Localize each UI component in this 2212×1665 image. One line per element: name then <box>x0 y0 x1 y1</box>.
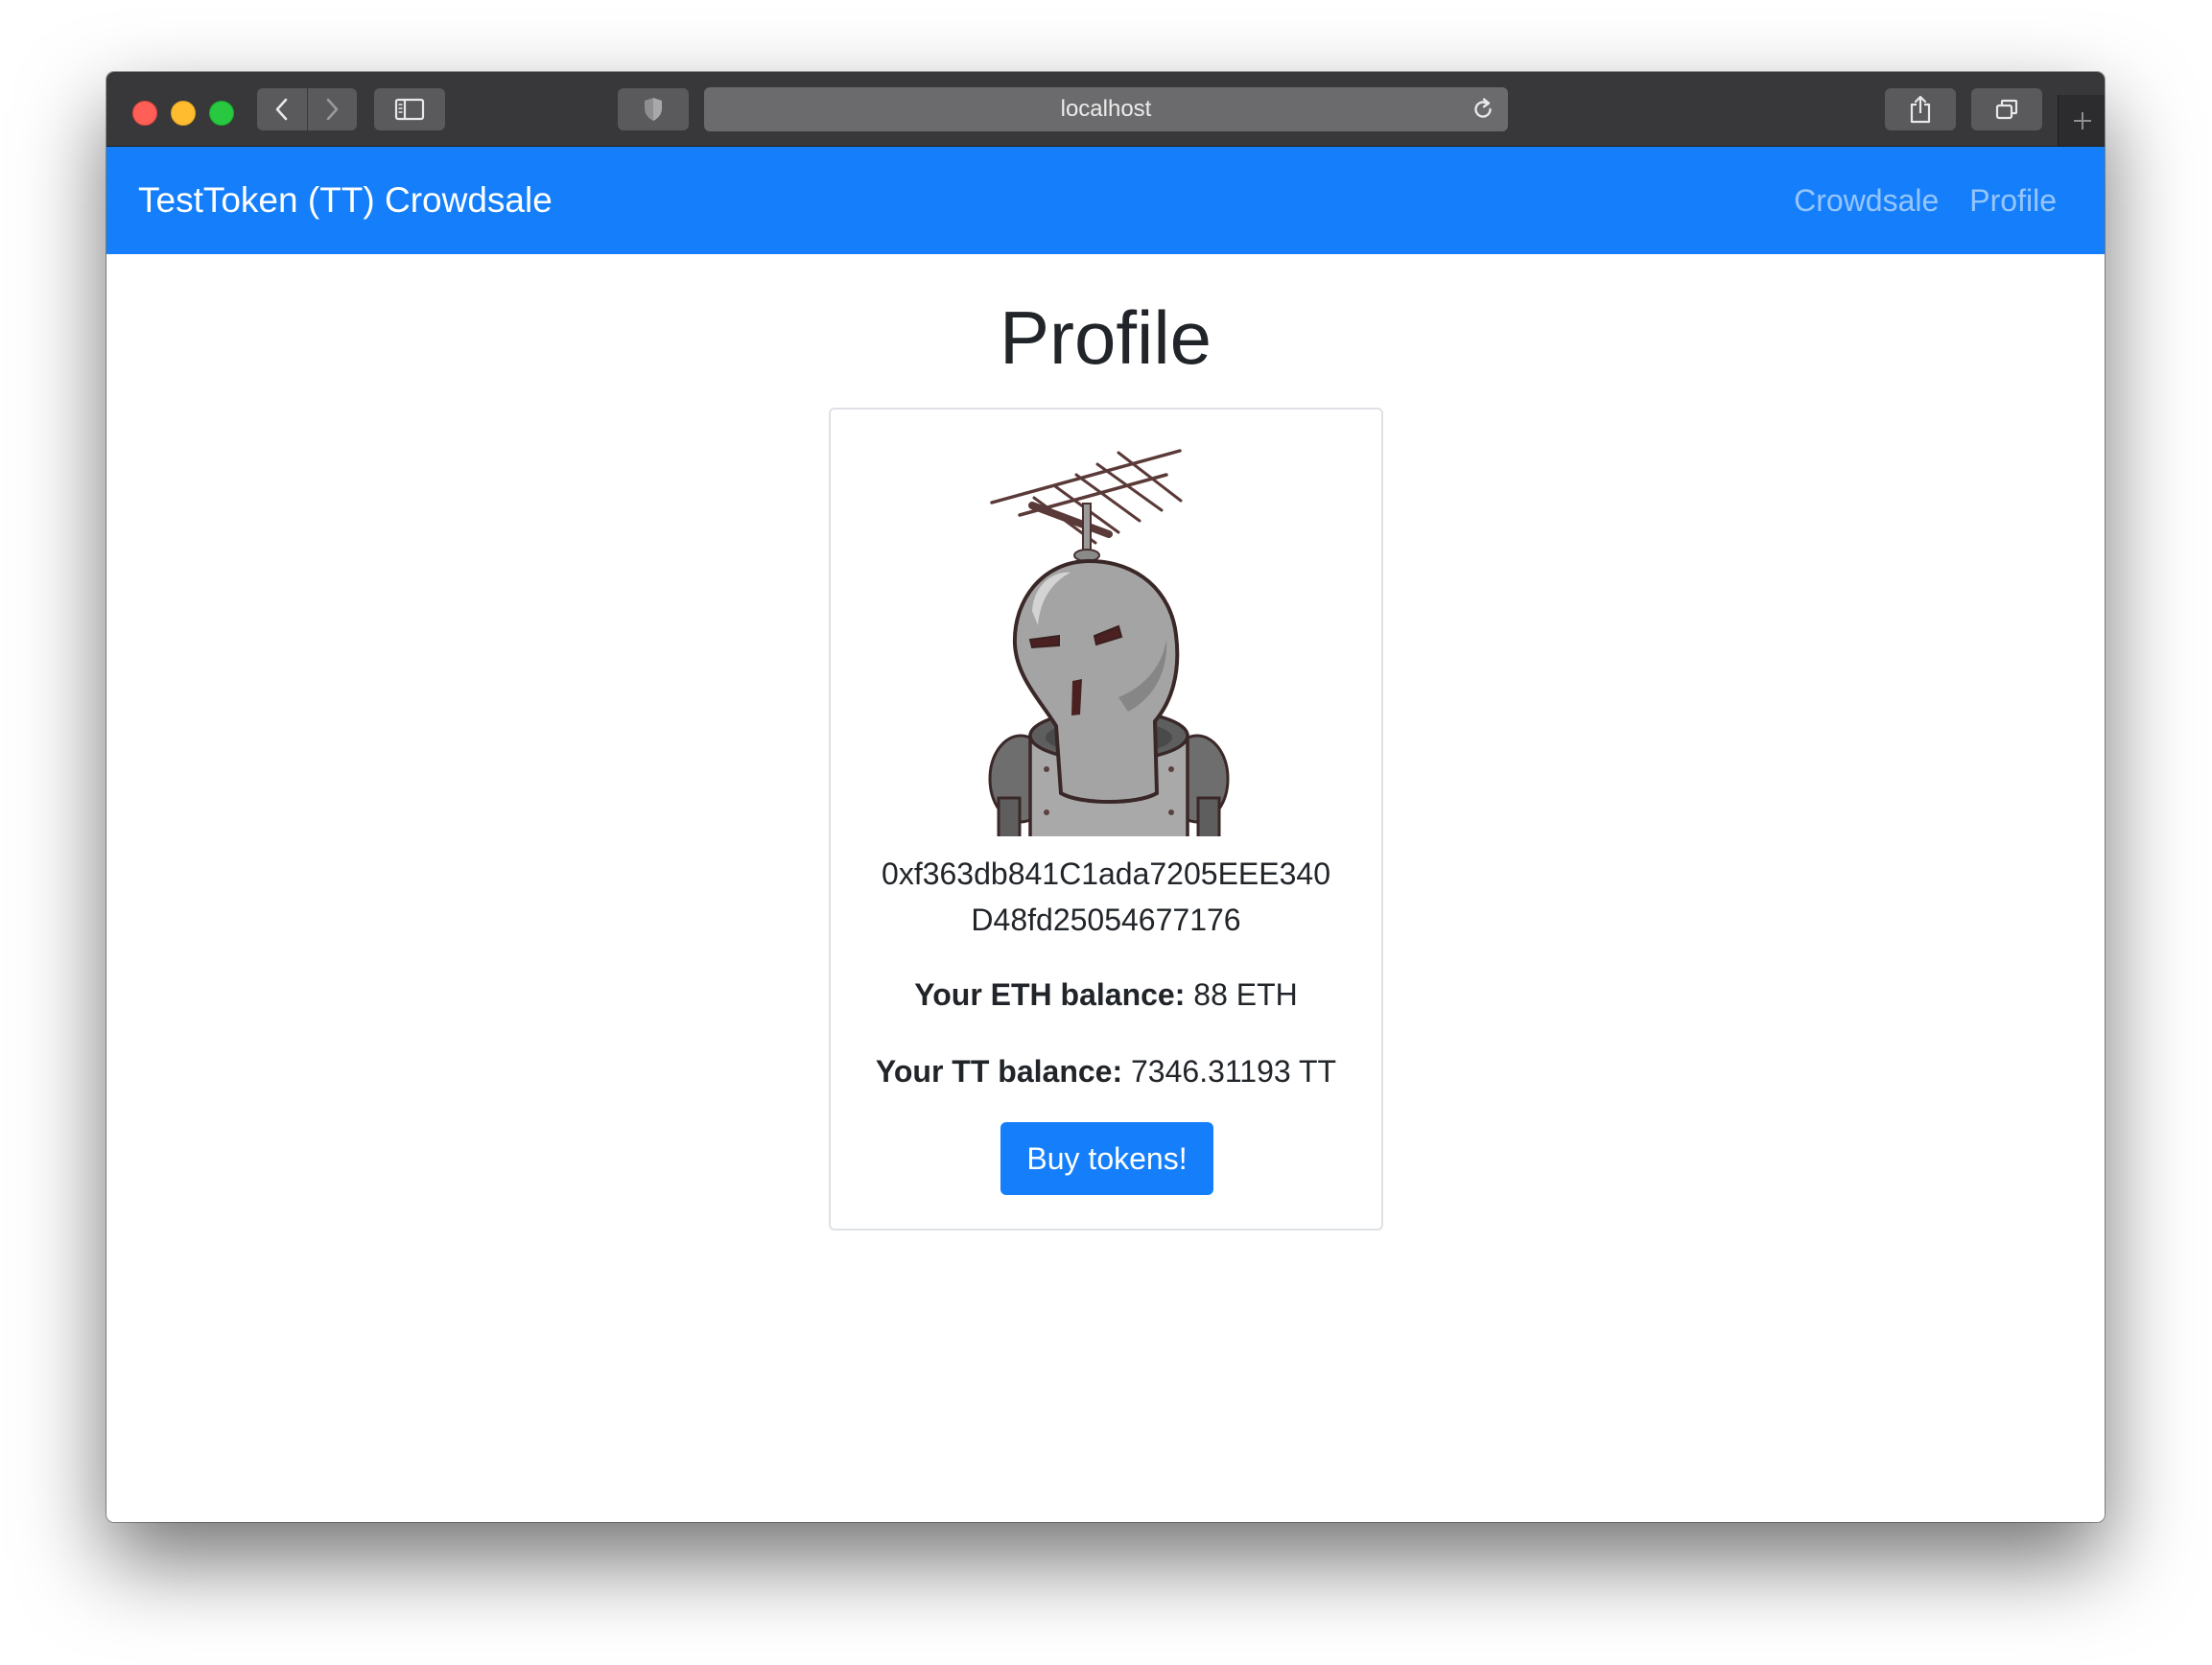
history-nav-group <box>257 88 357 130</box>
address-bar[interactable]: localhost <box>704 87 1508 131</box>
privacy-report-button[interactable] <box>618 88 689 130</box>
navbar-brand[interactable]: TestToken (TT) Crowdsale <box>138 147 553 254</box>
sidebar-icon <box>394 98 425 121</box>
tabs-icon <box>1995 99 2018 120</box>
robot-avatar <box>988 449 1230 836</box>
browser-window: localhost TestToken (TT) Crowdsale Crowd… <box>106 72 2105 1522</box>
nav-link-crowdsale[interactable]: Crowdsale <box>1794 183 1939 219</box>
navbar-links: Crowdsale Profile <box>1794 147 2057 254</box>
eth-balance-label: Your ETH balance: <box>914 977 1186 1012</box>
zoom-window-button[interactable] <box>209 101 234 126</box>
forward-icon <box>326 98 339 121</box>
url-text: localhost <box>1060 96 1152 122</box>
site-navbar: TestToken (TT) Crowdsale Crowdsale Profi… <box>106 147 2105 254</box>
forward-button[interactable] <box>306 88 358 130</box>
shield-icon <box>645 98 662 121</box>
wallet-address-line2: D48fd25054677176 <box>971 903 1241 937</box>
minimize-window-button[interactable] <box>171 101 196 126</box>
browser-titlebar: localhost <box>106 72 2105 147</box>
plus-icon <box>2073 111 2091 129</box>
page-content: Profile 0xf363db841C1ada7205EEE340 D48fd… <box>106 254 2105 1522</box>
new-tab-button[interactable] <box>2058 95 2105 146</box>
wallet-address: 0xf363db841C1ada7205EEE340 D48fd25054677… <box>869 851 1343 943</box>
sidebar-button[interactable] <box>374 88 445 130</box>
profile-card: 0xf363db841C1ada7205EEE340 D48fd25054677… <box>829 408 1383 1231</box>
tt-balance-label: Your TT balance: <box>875 1054 1123 1089</box>
wallet-address-line1: 0xf363db841C1ada7205EEE340 <box>882 856 1330 891</box>
page-title: Profile <box>999 295 1212 380</box>
buy-tokens-button[interactable]: Buy tokens! <box>1000 1122 1213 1195</box>
eth-balance-value: 88 ETH <box>1193 977 1298 1012</box>
share-button[interactable] <box>1885 88 1956 130</box>
tab-overview-button[interactable] <box>1971 88 2042 130</box>
nav-link-profile[interactable]: Profile <box>1969 183 2057 219</box>
tt-balance: Your TT balance: 7346.31193 TT <box>840 1054 1372 1090</box>
eth-balance: Your ETH balance: 88 ETH <box>840 977 1372 1013</box>
close-window-button[interactable] <box>132 101 157 126</box>
back-icon <box>275 98 288 121</box>
share-icon <box>1910 95 1931 124</box>
reload-icon[interactable] <box>1470 96 1496 123</box>
back-button[interactable] <box>257 88 307 130</box>
tt-balance-value: 7346.31193 TT <box>1131 1054 1337 1089</box>
